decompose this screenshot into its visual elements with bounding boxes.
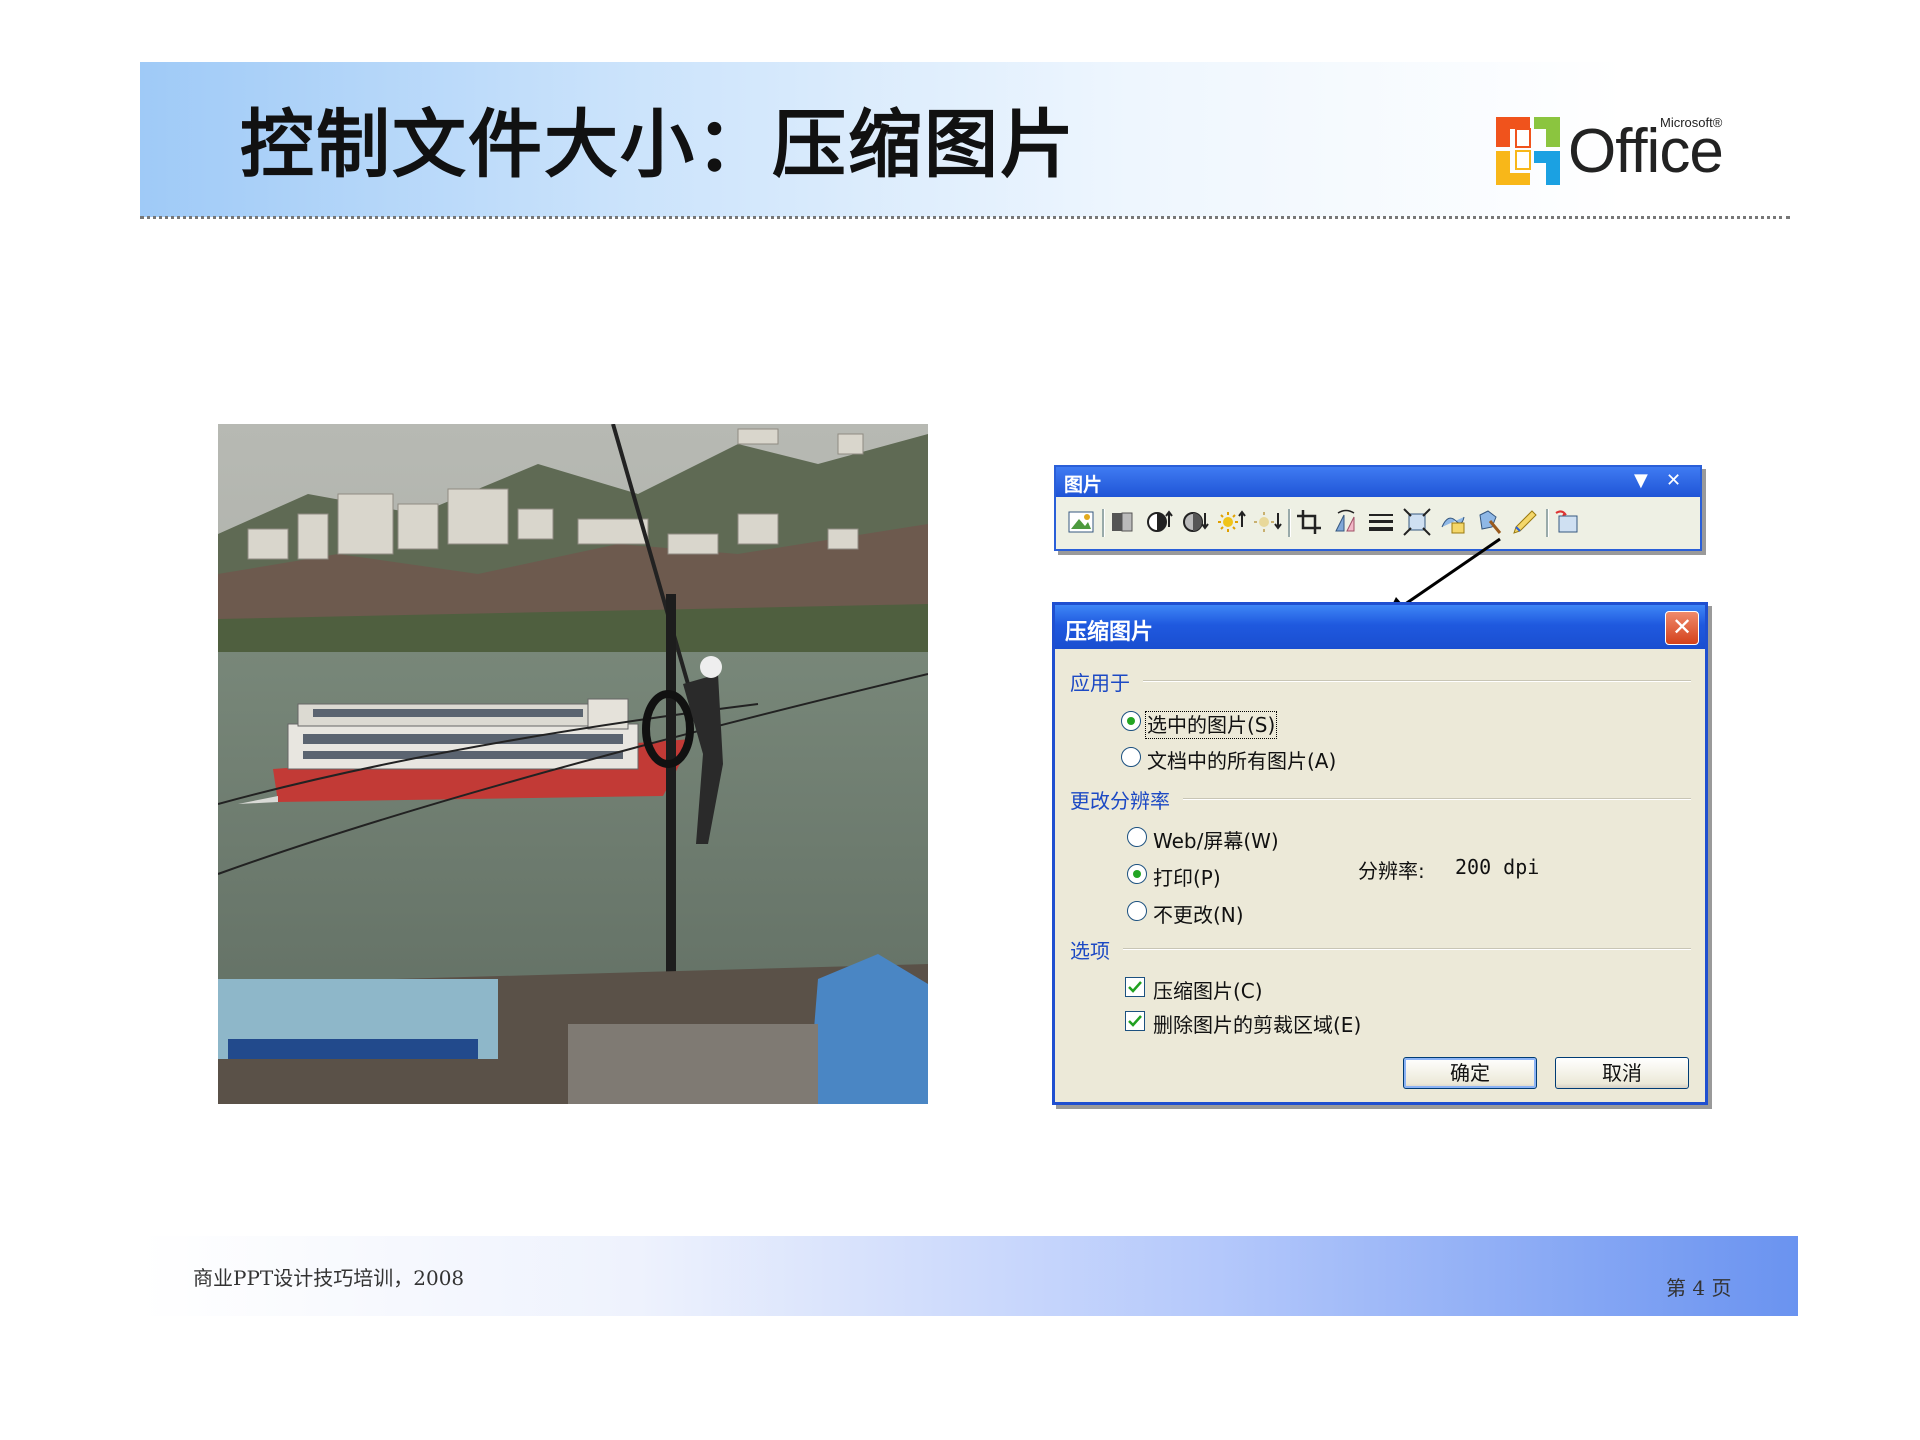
office-logo-superscript: Microsoft® [1660,115,1723,130]
change-resolution-group-label: 更改分辨率 [1070,789,1170,813]
resolution-print-label: 打印(P) [1153,866,1221,890]
color-icon[interactable] [1108,507,1138,537]
crop-icon[interactable] [1294,507,1324,537]
checkbox[interactable] [1125,977,1145,997]
dialog-close-button[interactable]: ✕ [1665,611,1699,645]
compress-pictures-dialog: 压缩图片 ✕ 应用于 选中的图片(S) 文档中的所有图片(A) 更改分辨率 We… [1052,602,1708,1105]
resolution-nochange-radio[interactable]: 不更改(N) [1127,899,1244,928]
more-contrast-icon[interactable] [1144,507,1174,537]
resolution-web-radio[interactable]: Web/屏幕(W) [1127,825,1279,854]
more-brightness-icon[interactable] [1216,507,1246,537]
picture-toolbar-buttons [1062,503,1692,543]
slide-title: 控制文件大小：压缩图片 [240,102,1076,188]
ok-button[interactable]: 确定 [1403,1057,1537,1089]
insert-picture-icon[interactable] [1066,507,1096,537]
resolution-web-label: Web/屏幕(W) [1153,829,1279,853]
toolbar-close-button[interactable]: ✕ [1666,470,1681,491]
page-number: 第 4 页 [1666,1276,1732,1300]
footer-caption: 商业PPT设计技巧培训，2008 [193,1266,465,1290]
office-logo-wordmark: Office [1568,117,1724,186]
toolbar-options-dropdown[interactable]: ▼ [1634,470,1648,491]
apply-to-group-label: 应用于 [1070,671,1130,695]
office-logo-icon [1496,117,1560,185]
compress-pictures-label: 压缩图片(C) [1153,979,1263,1003]
text-wrapping-icon[interactable] [1438,507,1468,537]
river-ferry-photo [218,424,928,1104]
office-logo: Office Microsoft® [1492,115,1752,193]
compress-pictures-icon[interactable] [1402,507,1432,537]
resolution-value: 200 dpi [1455,855,1540,879]
resolution-print-radio[interactable]: 打印(P) [1127,862,1221,891]
radio-button[interactable] [1127,864,1147,884]
line-style-icon[interactable] [1366,507,1396,537]
compress-pictures-checkbox[interactable]: 压缩图片(C) [1125,975,1263,1004]
radio-button[interactable] [1121,711,1141,731]
set-transparent-color-icon[interactable] [1510,507,1540,537]
reset-picture-icon[interactable] [1552,507,1582,537]
less-brightness-icon[interactable] [1252,507,1282,537]
radio-button[interactable] [1127,827,1147,847]
format-picture-icon[interactable] [1474,507,1504,537]
apply-all-label: 文档中的所有图片(A) [1147,749,1337,773]
picture-toolbar-titlebar[interactable]: 图片 ▼ ✕ [1056,467,1700,497]
rotate-left-icon[interactable] [1330,507,1360,537]
picture-toolbar: 图片 ▼ ✕ [1054,465,1702,551]
checkbox[interactable] [1125,1011,1145,1031]
delete-cropped-areas-checkbox[interactable]: 删除图片的剪裁区域(E) [1125,1009,1361,1038]
picture-toolbar-title: 图片 [1064,474,1103,496]
header-divider [140,216,1790,219]
dialog-title: 压缩图片 [1065,620,1154,645]
less-contrast-icon[interactable] [1180,507,1210,537]
river-ferry-photo-image [218,424,928,1104]
apply-all-radio[interactable]: 文档中的所有图片(A) [1121,745,1336,774]
cancel-button[interactable]: 取消 [1555,1057,1689,1089]
dialog-titlebar[interactable]: 压缩图片 ✕ [1055,605,1705,649]
resolution-nochange-label: 不更改(N) [1153,903,1244,927]
radio-button[interactable] [1121,747,1141,767]
options-group-label: 选项 [1070,939,1110,963]
delete-cropped-areas-label: 删除图片的剪裁区域(E) [1153,1013,1362,1037]
resolution-value-label: 分辨率: [1358,859,1425,883]
apply-selected-label: 选中的图片(S) [1144,711,1278,739]
apply-selected-radio[interactable]: 选中的图片(S) [1121,709,1278,739]
radio-button[interactable] [1127,901,1147,921]
